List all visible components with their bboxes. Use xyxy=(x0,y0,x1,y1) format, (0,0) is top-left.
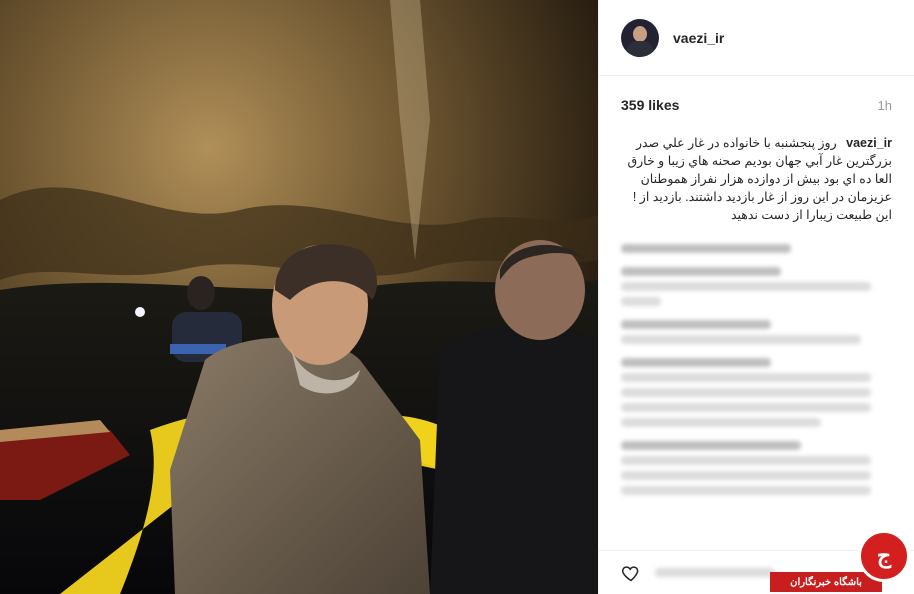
header-username[interactable]: vaezi_ir xyxy=(673,30,724,46)
blurred-text xyxy=(621,418,821,427)
blurred-text xyxy=(621,244,791,253)
blurred-text xyxy=(621,441,801,450)
watermark-label: باشگاه خبرنگاران xyxy=(770,572,882,592)
blurred-text xyxy=(621,373,871,382)
comment-blurred xyxy=(621,358,892,427)
post-stats: 359 likes 1h xyxy=(599,76,914,134)
post-photo[interactable] xyxy=(0,0,598,594)
blurred-text xyxy=(621,335,861,344)
blurred-text xyxy=(621,320,771,329)
avatar[interactable] xyxy=(621,18,659,57)
blurred-text xyxy=(621,471,871,480)
news-agency-watermark: باشگاه خبرنگاران ج xyxy=(770,530,910,592)
blurred-text xyxy=(621,358,771,367)
post-side-panel: vaezi_ir 359 likes 1h vaezi_ir روز پنجشن… xyxy=(598,0,914,594)
blurred-text xyxy=(621,486,871,495)
likes-count[interactable]: 359 likes xyxy=(621,97,679,113)
blurred-text xyxy=(621,267,781,276)
post-header: vaezi_ir xyxy=(599,0,914,76)
watermark-logo-icon: ج xyxy=(858,530,910,582)
comment-blurred xyxy=(621,441,892,495)
caption-username[interactable]: vaezi_ir xyxy=(846,136,892,150)
comment-blurred xyxy=(621,267,892,306)
blurred-text xyxy=(621,456,871,465)
comment-blurred xyxy=(621,244,892,253)
avatar-body-shape xyxy=(626,40,654,57)
blurred-text xyxy=(621,403,871,412)
comments-list xyxy=(599,224,914,495)
blurred-text xyxy=(621,297,661,306)
blurred-text xyxy=(621,282,871,291)
blurred-text xyxy=(655,568,775,577)
blurred-text xyxy=(621,388,871,397)
avatar-head-shape xyxy=(633,25,647,42)
heart-icon[interactable] xyxy=(621,563,641,583)
comment-blurred xyxy=(621,320,892,344)
cave-photo-image xyxy=(0,0,598,594)
post-time[interactable]: 1h xyxy=(878,98,892,113)
post-caption: vaezi_ir روز پنجشنبه با خانواده در غار ع… xyxy=(599,134,914,224)
